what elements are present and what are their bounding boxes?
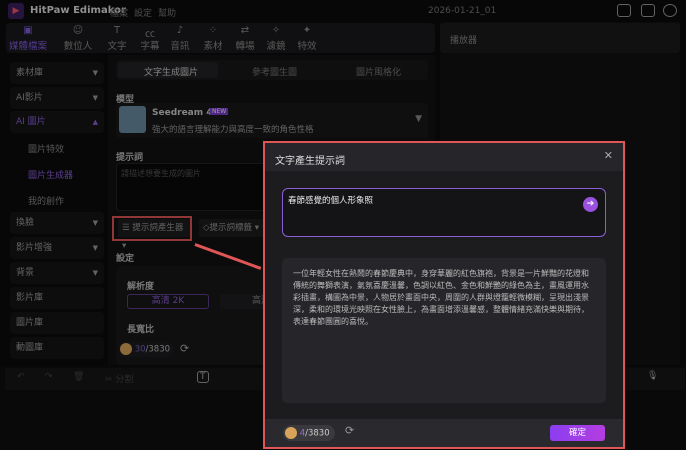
coin-icon — [285, 427, 297, 439]
prompt-input[interactable]: 春節感覺的個人形象照 ➔ — [282, 188, 606, 237]
dialog-credits: 4/3830 — [283, 425, 335, 441]
close-icon[interactable]: ✕ — [604, 149, 613, 162]
dialog-footer: 4/3830 ⟳ 確定 — [265, 419, 623, 447]
dialog-header: 文字產生提示詞 ✕ — [265, 143, 623, 171]
send-icon[interactable]: ➔ — [583, 197, 598, 212]
generated-prompt-text[interactable]: 一位年輕女性在熱鬧的春節慶典中，身穿華麗的紅色旗袍，背景是一片鮮豔的花燈和傳統的… — [282, 258, 606, 403]
dialog-title: 文字產生提示詞 — [275, 156, 345, 167]
confirm-button[interactable]: 確定 — [550, 425, 605, 441]
refresh-icon[interactable]: ⟳ — [345, 424, 354, 437]
prompt-generator-dialog: 文字產生提示詞 ✕ 春節感覺的個人形象照 ➔ 一位年輕女性在熱鬧的春節慶典中，身穿… — [263, 141, 625, 449]
